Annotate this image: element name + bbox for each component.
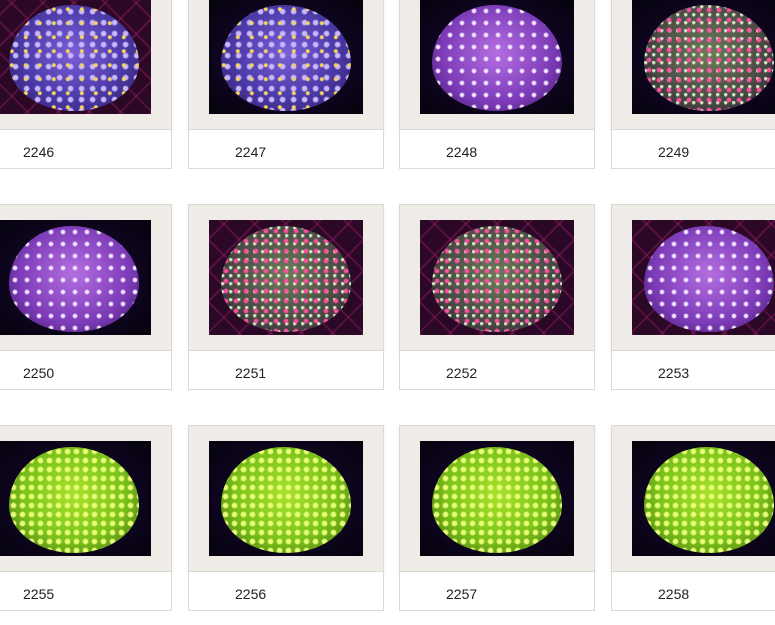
- product-number[interactable]: 2248: [446, 144, 477, 160]
- product-caption: 2258: [611, 572, 775, 611]
- product-photo-frame[interactable]: [399, 0, 595, 130]
- product-photo-frame[interactable]: [0, 0, 172, 130]
- coral-photo[interactable]: [0, 441, 151, 556]
- product-number[interactable]: 2250: [23, 365, 54, 381]
- product-photo-frame[interactable]: [188, 0, 384, 130]
- product-number[interactable]: 2246: [23, 144, 54, 160]
- coral-photo[interactable]: [209, 0, 363, 114]
- product-card[interactable]: 2250: [0, 204, 172, 390]
- product-caption: 2248: [399, 130, 595, 169]
- product-photo-frame[interactable]: [611, 0, 775, 130]
- coral-photo[interactable]: [209, 441, 363, 556]
- product-card[interactable]: 2247: [188, 0, 384, 169]
- product-caption: 2246: [0, 130, 172, 169]
- coral-photo[interactable]: [420, 441, 574, 556]
- product-caption: 2252: [399, 351, 595, 390]
- product-grid: 2246 2247 2248 2249 2250 2251 2252 2253 2255 2256…: [0, 0, 775, 625]
- product-card[interactable]: 2258: [611, 425, 775, 611]
- product-caption: 2251: [188, 351, 384, 390]
- product-photo-frame[interactable]: [188, 425, 384, 572]
- product-caption: 2249: [611, 130, 775, 169]
- product-number[interactable]: 2247: [235, 144, 266, 160]
- product-card[interactable]: 2256: [188, 425, 384, 611]
- product-card[interactable]: 2249: [611, 0, 775, 169]
- product-card[interactable]: 2255: [0, 425, 172, 611]
- product-number[interactable]: 2256: [235, 586, 266, 602]
- product-number[interactable]: 2252: [446, 365, 477, 381]
- product-photo-frame[interactable]: [399, 204, 595, 351]
- product-card[interactable]: 2252: [399, 204, 595, 390]
- product-number[interactable]: 2257: [446, 586, 477, 602]
- product-photo-frame[interactable]: [611, 204, 775, 351]
- product-card[interactable]: 2246: [0, 0, 172, 169]
- product-number[interactable]: 2253: [658, 365, 689, 381]
- product-caption: 2247: [188, 130, 384, 169]
- product-photo-frame[interactable]: [0, 204, 172, 351]
- product-number[interactable]: 2251: [235, 365, 266, 381]
- coral-photo[interactable]: [209, 220, 363, 335]
- product-card[interactable]: 2248: [399, 0, 595, 169]
- product-card[interactable]: 2251: [188, 204, 384, 390]
- product-photo-frame[interactable]: [0, 425, 172, 572]
- product-caption: 2253: [611, 351, 775, 390]
- coral-photo[interactable]: [632, 220, 775, 335]
- product-card[interactable]: 2253: [611, 204, 775, 390]
- coral-photo[interactable]: [420, 220, 574, 335]
- product-number[interactable]: 2258: [658, 586, 689, 602]
- product-photo-frame[interactable]: [611, 425, 775, 572]
- product-number[interactable]: 2249: [658, 144, 689, 160]
- product-caption: 2256: [188, 572, 384, 611]
- product-caption: 2255: [0, 572, 172, 611]
- coral-photo[interactable]: [0, 220, 151, 335]
- product-caption: 2250: [0, 351, 172, 390]
- coral-photo[interactable]: [632, 0, 775, 114]
- product-caption: 2257: [399, 572, 595, 611]
- product-number[interactable]: 2255: [23, 586, 54, 602]
- coral-photo[interactable]: [632, 441, 775, 556]
- coral-photo[interactable]: [0, 0, 151, 114]
- product-photo-frame[interactable]: [399, 425, 595, 572]
- product-photo-frame[interactable]: [188, 204, 384, 351]
- product-card[interactable]: 2257: [399, 425, 595, 611]
- coral-photo[interactable]: [420, 0, 574, 114]
